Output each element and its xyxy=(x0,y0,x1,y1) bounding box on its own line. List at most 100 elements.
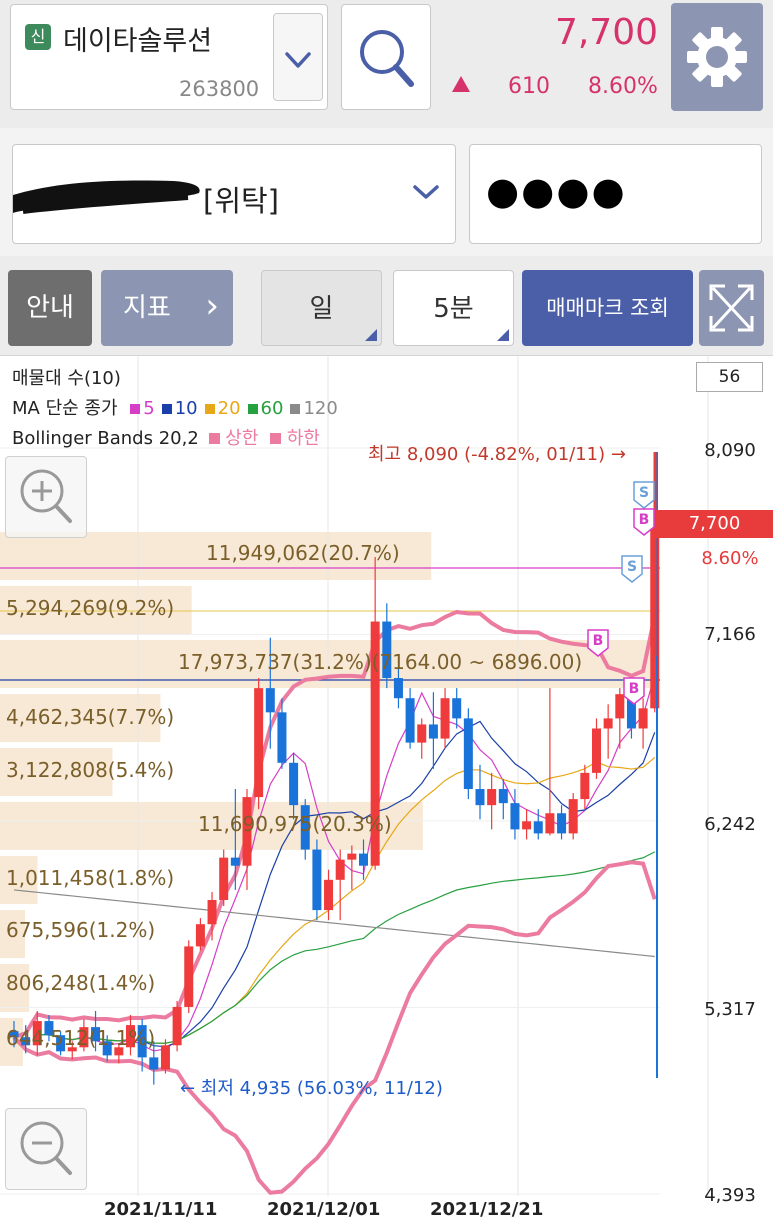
volume-profile-label: 5,294,269(9.2%) xyxy=(6,596,175,620)
candle-body xyxy=(312,849,322,911)
stock-dropdown-button[interactable] xyxy=(273,13,323,101)
indicator-label: 지표 xyxy=(123,293,171,323)
candle-body xyxy=(557,813,567,834)
legend-ma-swatch xyxy=(204,404,215,414)
settings-button[interactable] xyxy=(671,3,763,111)
y-tick-label: 7,166 xyxy=(704,624,756,645)
x-tick-label: 2021/11/11 xyxy=(104,1199,218,1220)
period-day-button[interactable]: 일 xyxy=(261,270,382,346)
password-field[interactable]: ●●●● xyxy=(469,144,762,244)
candle-body xyxy=(568,799,578,834)
candle-body xyxy=(463,718,473,790)
legend-bb-lower: 하한 xyxy=(286,428,320,449)
volume-profile-label: 1,011,458(1.8%) xyxy=(6,866,175,890)
indicator-button[interactable]: 지표 › xyxy=(101,270,233,346)
candle-body xyxy=(428,724,438,739)
legend-ma-label: 120 xyxy=(303,398,338,419)
candle-body xyxy=(487,789,497,806)
high-price-annotation: 최고 8,090 (-4.82%, 01/11) → xyxy=(368,444,626,465)
volume-profile-label: 3,122,808(5.4%) xyxy=(6,758,175,782)
legend-ma-label: 10 xyxy=(174,398,198,419)
legend-ma-label: 60 xyxy=(260,398,284,419)
dropdown-corner-icon xyxy=(497,329,509,341)
trade-mark-letter: B xyxy=(593,633,604,649)
account-selector[interactable]: [위탁] xyxy=(12,144,456,244)
candle-body xyxy=(417,724,427,743)
zoom-in-button[interactable] xyxy=(5,456,87,538)
legend-ma-title: MA 단순 종가 xyxy=(12,398,118,419)
candle-body xyxy=(172,1006,182,1046)
zoom-out-icon xyxy=(20,1121,72,1175)
chevron-down-icon xyxy=(413,185,439,199)
trade-mark-letter: S xyxy=(639,485,649,501)
x-tick-label: 2021/12/21 xyxy=(430,1199,544,1220)
volume-profile-label: 4,462,345(7.7%) xyxy=(6,705,175,729)
gear-icon xyxy=(687,27,747,87)
candle-body xyxy=(545,813,555,834)
candle-body xyxy=(498,789,508,804)
candle-body xyxy=(184,946,194,1007)
candle-body xyxy=(615,694,625,719)
candle-body xyxy=(160,1045,170,1070)
candle-body xyxy=(580,772,590,800)
up-triangle-icon xyxy=(452,76,470,92)
y-tick-label: 8,090 xyxy=(704,440,756,461)
search-button[interactable] xyxy=(341,4,431,110)
candle-body xyxy=(335,859,345,880)
candle-body xyxy=(359,853,368,866)
candle-body xyxy=(452,698,462,719)
candle-body xyxy=(347,853,357,860)
legend-volume-profile: 매물대 수(10) xyxy=(12,368,121,389)
candle-body xyxy=(230,857,240,866)
price-chart[interactable]: SBSBB 매물대 수(10) MA 단순 종가 5 10 20 60 120 Boll… xyxy=(0,356,773,1227)
candle-body xyxy=(289,762,299,806)
candle-body xyxy=(475,789,485,806)
candle-body xyxy=(277,712,287,763)
period-minute-button[interactable]: 5분 xyxy=(393,270,514,346)
candle-body xyxy=(405,698,415,743)
candle-body xyxy=(254,688,264,798)
candle-body xyxy=(533,821,543,834)
chart-toolbar: 안내 지표 › 일 5분 매매마크 조회 xyxy=(0,256,773,356)
volume-profile-label: 17,973,737(31.2%)(7164.00 ~ 6896.00) xyxy=(178,650,583,674)
legend-ma-items: 5 10 20 60 120 xyxy=(123,398,338,419)
stock-code: 263800 xyxy=(179,77,260,101)
current-rate-label: 8.60% xyxy=(701,548,759,569)
zoom-out-button[interactable] xyxy=(5,1108,87,1190)
price-change-rate: 8.60% xyxy=(588,74,658,99)
y-tick-label: 6,242 xyxy=(704,814,756,835)
info-button[interactable]: 안내 xyxy=(8,270,92,346)
volume-profile-label: 675,596(1.2%) xyxy=(6,918,156,942)
stock-name: 데이타솔루션 xyxy=(63,26,213,57)
legend-bb-title: Bollinger Bands 20,2 xyxy=(12,428,199,449)
candle-body xyxy=(510,803,520,830)
trade-mark-button[interactable]: 매매마크 조회 xyxy=(522,270,693,346)
chevron-right-icon: › xyxy=(205,286,219,326)
candle-body xyxy=(603,718,613,729)
password-mask: ●●●● xyxy=(486,169,627,213)
zoom-in-icon xyxy=(20,469,72,523)
volume-profile-label: 806,248(1.4%) xyxy=(6,971,156,995)
candle-count-box[interactable]: 56 xyxy=(696,362,763,392)
redaction-scribble xyxy=(13,180,200,214)
search-icon xyxy=(360,30,414,87)
stock-header: 신 데이타솔루션 263800 7,700 610 8.60% xyxy=(0,0,773,128)
trade-mark-letter: S xyxy=(627,559,637,575)
legend-ma-label: 5 xyxy=(143,398,155,419)
x-tick-label: 2021/12/01 xyxy=(267,1199,381,1220)
candle-body xyxy=(324,879,334,911)
candle-body xyxy=(440,698,450,739)
candle-body xyxy=(149,1057,159,1070)
y-tick-label: 4,393 xyxy=(704,1185,756,1206)
candle-body xyxy=(592,728,601,773)
account-type: [위탁] xyxy=(203,184,279,218)
fullscreen-button[interactable] xyxy=(699,270,764,346)
trade-mark-letter: B xyxy=(629,681,640,697)
low-price-annotation: ← 최저 4,935 (56.03%, 11/12) xyxy=(180,1078,443,1099)
legend-ma: MA 단순 종가 5 10 20 60 120 xyxy=(12,394,338,420)
legend-ma-label: 20 xyxy=(217,398,241,419)
ma-line xyxy=(37,756,656,1044)
candle-body xyxy=(265,688,275,713)
candle-body xyxy=(522,821,532,830)
stock-selector[interactable]: 신 데이타솔루션 263800 xyxy=(10,4,328,110)
